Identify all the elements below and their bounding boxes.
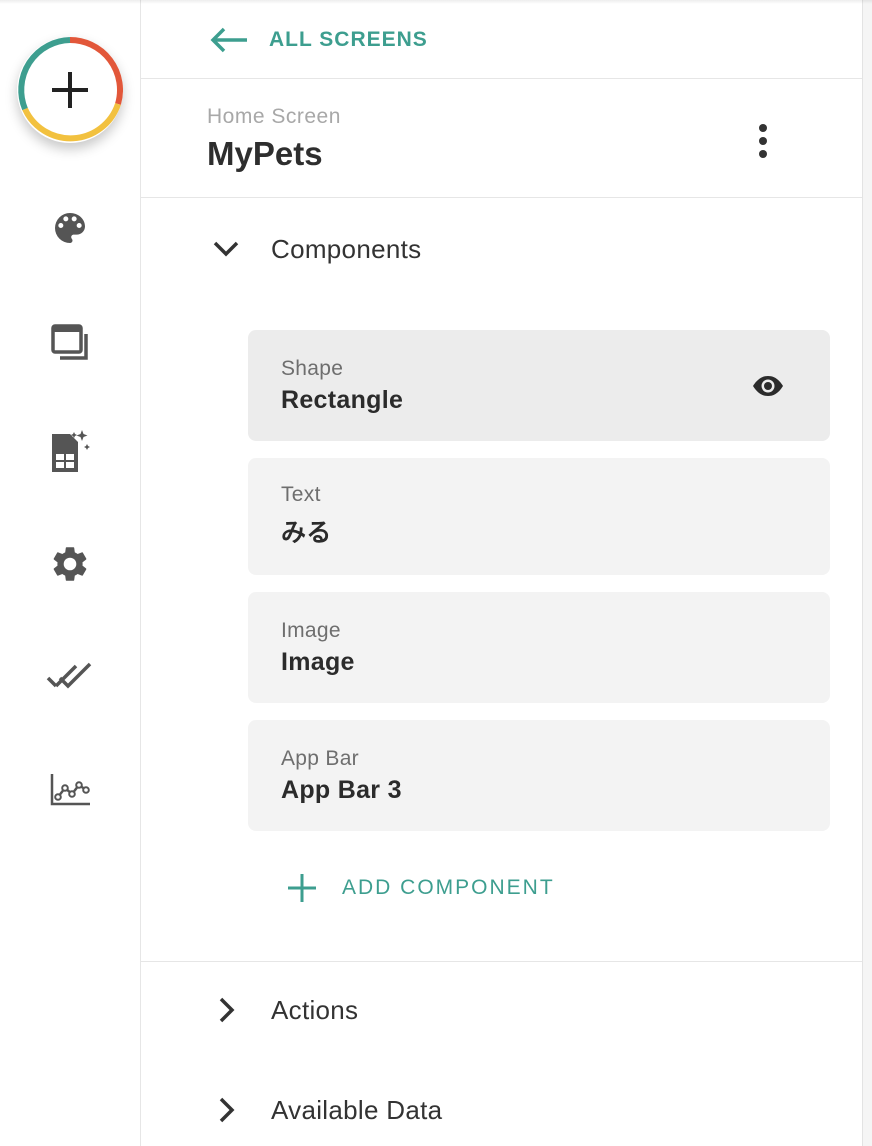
components-title: Components [271,233,422,264]
screen-panel: ALL SCREENS Home Screen MyPets Component… [141,0,862,1146]
all-screens-label: ALL SCREENS [269,28,428,51]
theme-button[interactable] [46,204,94,252]
component-name: みる [281,519,332,547]
component-type: App Bar [281,747,359,770]
component-item[interactable]: Image Image [248,592,830,703]
add-component-label: ADD COMPONENT [342,876,555,899]
components-section-toggle[interactable]: Components [211,229,421,269]
chevron-right-icon [219,997,235,1023]
analytics-button[interactable] [46,766,94,814]
available-data-title: Available Data [271,1094,443,1125]
screens-icon [51,324,88,360]
more-options-button[interactable] [743,119,783,163]
component-type: Shape [281,357,344,380]
visibility-toggle[interactable] [750,372,786,400]
section-divider [141,961,862,962]
plus-icon [288,874,316,902]
check-all-icon [46,662,92,689]
chevron-right-icon [219,1097,235,1123]
component-type: Text [281,483,321,506]
eye-icon [753,376,783,396]
left-rail [0,0,141,1146]
screen-title: MyPets [207,135,323,172]
palette-icon [55,213,85,243]
component-name: Image [281,648,355,676]
top-shadow [0,0,872,4]
gear-icon [53,547,87,581]
sheets-data-icon [52,430,90,472]
actions-section-toggle[interactable]: Actions [211,990,358,1030]
right-edge [862,0,872,1146]
add-component-button[interactable]: ADD COMPONENT [286,866,555,910]
all-screens-link[interactable]: ALL SCREENS [209,22,428,58]
checks-button[interactable] [46,654,94,702]
more-vert-icon [759,124,767,132]
component-item[interactable]: Shape Rectangle [248,330,830,441]
available-data-section-toggle[interactable]: Available Data [211,1090,442,1130]
add-icon [18,37,123,142]
component-item[interactable]: Text みる [248,458,830,575]
component-name: App Bar 3 [281,776,402,804]
component-name: Rectangle [281,386,404,414]
screen-subtitle: Home Screen [207,105,341,128]
component-type: Image [281,619,341,642]
screens-button[interactable] [46,318,94,366]
component-item[interactable]: App Bar App Bar 3 [248,720,830,831]
arrow-left-icon [210,27,247,53]
add-button[interactable] [17,37,123,143]
data-sheets-button[interactable] [46,428,94,476]
actions-title: Actions [271,994,359,1025]
screen-header: Home Screen MyPets [141,79,862,198]
settings-button[interactable] [46,540,94,588]
back-row: ALL SCREENS [141,0,862,79]
chevron-down-icon [213,241,239,257]
analytics-icon [50,774,90,806]
